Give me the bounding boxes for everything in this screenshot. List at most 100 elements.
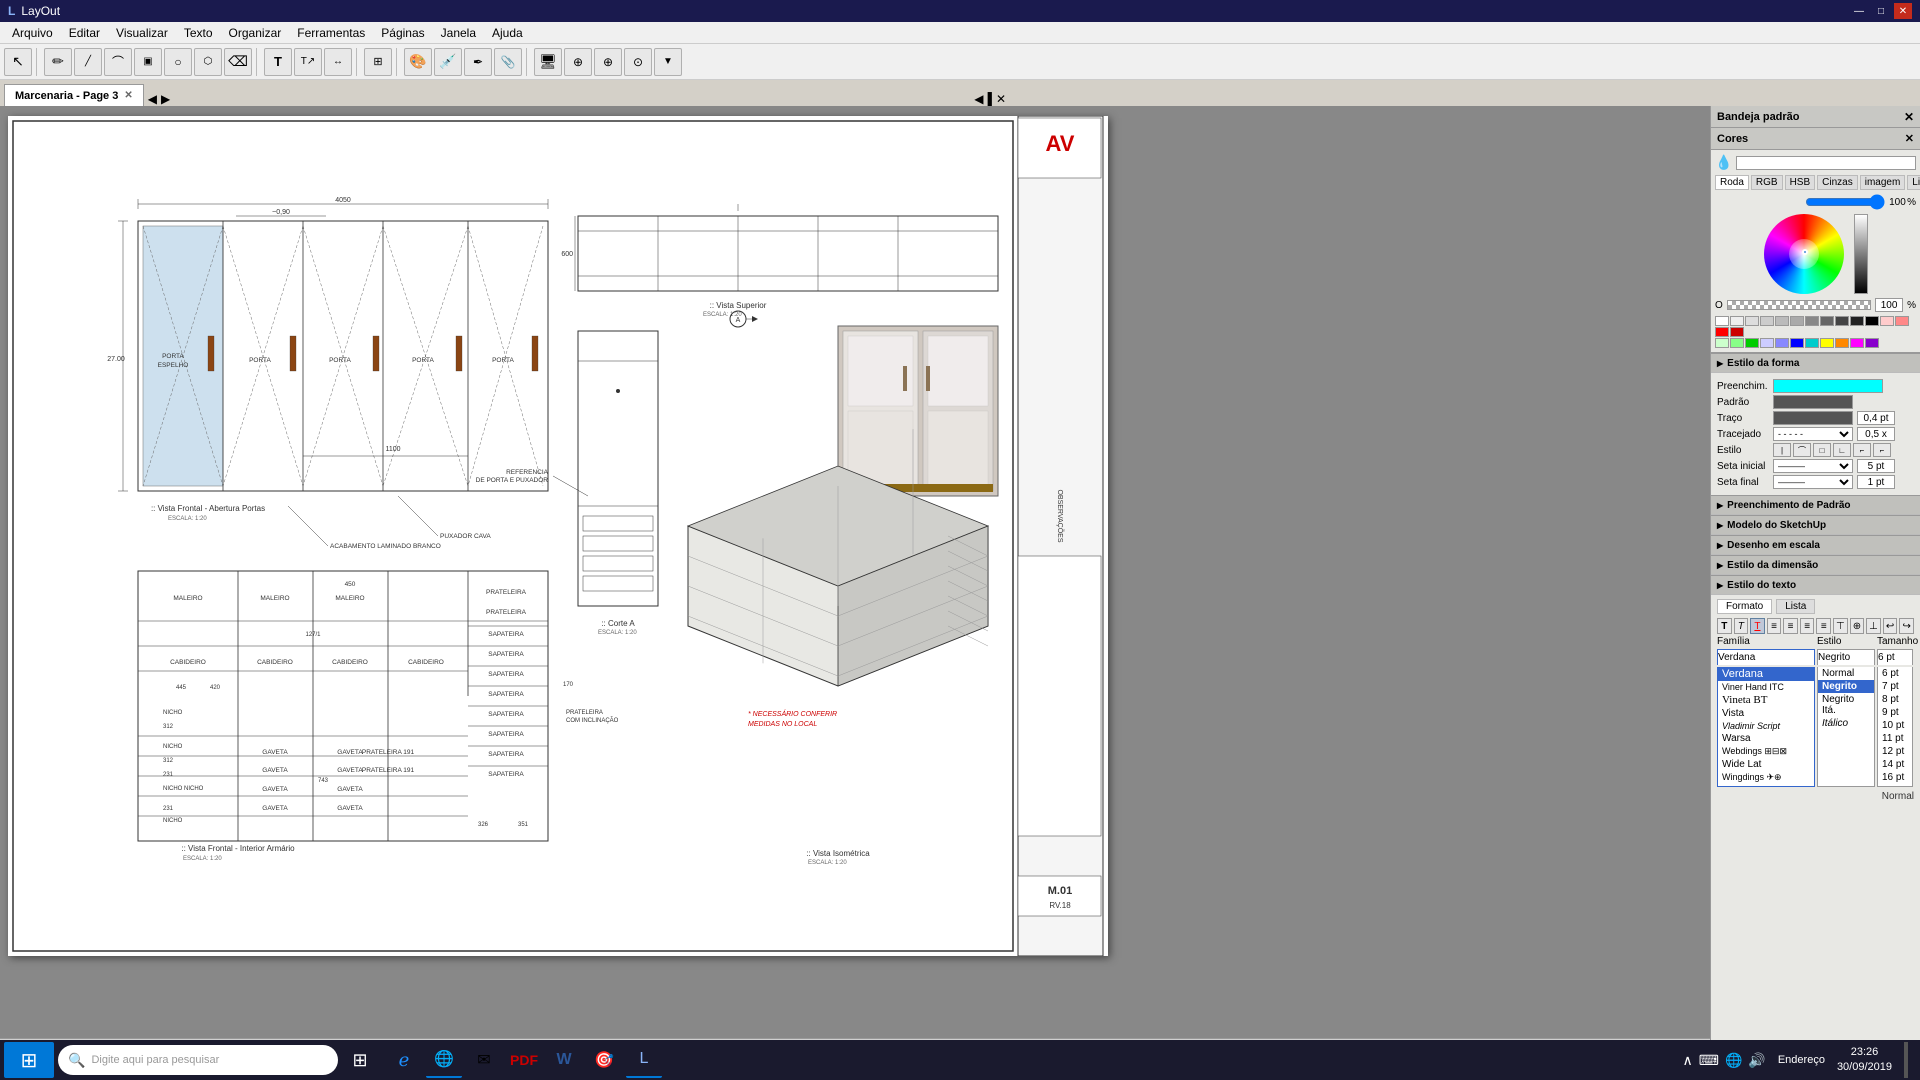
canvas-area[interactable]: OBSERVAÇÕES AV Projeto Reforma Brooklin … (0, 106, 1710, 1052)
swatch-red[interactable] (1715, 327, 1729, 337)
tray-keyboard[interactable]: ⌨ (1699, 1052, 1719, 1069)
font-wing1[interactable]: Wingdings ✈⊕ (1718, 771, 1814, 784)
size-16[interactable]: 16 pt (1878, 771, 1912, 784)
swatch-4[interactable] (1775, 316, 1789, 326)
search-bar[interactable]: 🔍 Digite aqui para pesquisar (58, 1045, 338, 1075)
color-wheel[interactable] (1764, 214, 1844, 294)
taskbar-pdf[interactable]: PDF (506, 1042, 542, 1078)
tab-nav-right[interactable]: ▶ (161, 92, 170, 106)
hex-color-input[interactable] (1736, 156, 1916, 170)
panel-collapse[interactable]: ◀▐ (974, 92, 992, 106)
panel-close-button[interactable]: ✕ (1904, 110, 1914, 124)
font-vineta[interactable]: Vineta BT (1718, 693, 1814, 707)
text-tool[interactable]: T (264, 48, 292, 76)
font-style-list[interactable]: Normal Negrito Negrito Itá. Itálico (1817, 667, 1875, 787)
tray-volume[interactable]: 🔊 (1748, 1052, 1765, 1069)
minimize-button[interactable]: — (1850, 3, 1868, 19)
ltr[interactable]: ↪ (1899, 618, 1914, 634)
size-18[interactable]: 18 pt (1878, 784, 1912, 787)
valign-bot[interactable]: ⊥ (1866, 618, 1881, 634)
maximize-button[interactable]: □ (1872, 3, 1890, 19)
polygon-tool[interactable]: ⬡ (194, 48, 222, 76)
fill-pattern-header[interactable]: Preenchimento de Padrão (1711, 495, 1920, 515)
swatch-r2[interactable] (1895, 316, 1909, 326)
page-tab[interactable]: Marcenaria - Page 3 ✕ (4, 84, 144, 106)
colors-collapse[interactable]: ✕ (1905, 132, 1914, 145)
font-family-input[interactable] (1717, 649, 1815, 665)
swatch-6[interactable] (1805, 316, 1819, 326)
menu-editar[interactable]: Editar (61, 24, 108, 42)
stroke-color-preview[interactable] (1773, 395, 1853, 409)
eraser-tool[interactable]: ⌫ (224, 48, 252, 76)
swatch-magenta[interactable] (1850, 338, 1864, 348)
panel-close-tab[interactable]: ✕ (996, 92, 1006, 106)
shape-style-header[interactable]: Estilo da forma (1711, 353, 1920, 373)
arrow-end-select[interactable]: ——— ——→ (1773, 475, 1853, 489)
font-size-input[interactable] (1877, 649, 1913, 665)
nav-next[interactable]: ⊕ (594, 48, 622, 76)
menu-arquivo[interactable]: Arquivo (4, 24, 61, 42)
style-negrito-ita[interactable]: Negrito Itá. (1818, 693, 1874, 717)
tray-up-arrow[interactable]: ∧ (1683, 1052, 1693, 1069)
sample-tool[interactable]: ✒ (464, 48, 492, 76)
swatch-9[interactable] (1850, 316, 1864, 326)
swatch-5[interactable] (1790, 316, 1804, 326)
pencil-tool[interactable]: ✏ (44, 48, 72, 76)
dimension-tool[interactable]: ↔ (324, 48, 352, 76)
swatch-r1[interactable] (1880, 316, 1894, 326)
line-tool[interactable]: ╱ (74, 48, 102, 76)
taskbar-ie[interactable]: ℯ (386, 1042, 422, 1078)
tab-roda[interactable]: Roda (1715, 175, 1749, 190)
size-14[interactable]: 14 pt (1878, 758, 1912, 771)
menu-janela[interactable]: Janela (433, 24, 484, 42)
brightness-slider[interactable] (1854, 214, 1868, 294)
trace-width-input[interactable] (1857, 411, 1895, 425)
taskview-button[interactable]: ⊞ (342, 1042, 378, 1078)
taskbar-mail[interactable]: ✉ (466, 1042, 502, 1078)
font-widelat[interactable]: Wide Lat (1718, 758, 1814, 771)
align-right[interactable]: ≡ (1800, 618, 1815, 634)
swatch-1[interactable] (1730, 316, 1744, 326)
clip-tool[interactable]: 📎 (494, 48, 522, 76)
font-vista[interactable]: Vista (1718, 707, 1814, 720)
tab-close-button[interactable]: ✕ (124, 90, 132, 101)
taskbar-layout[interactable]: L (626, 1042, 662, 1078)
arrow-start-size[interactable] (1857, 459, 1895, 473)
rtl[interactable]: ↩ (1883, 618, 1898, 634)
style-round[interactable]: ⌒ (1793, 443, 1811, 457)
tab-hsb[interactable]: HSB (1785, 175, 1816, 190)
start-button[interactable]: ⊞ (4, 1042, 54, 1078)
opacity-number-input[interactable] (1875, 298, 1903, 312)
font-size-list[interactable]: 6 pt 7 pt 8 pt 9 pt 10 pt 11 pt 12 pt 14… (1877, 667, 1913, 787)
swatch-cyan[interactable] (1805, 338, 1819, 348)
dash-pattern-select[interactable]: - - - - - ——— · · · · · (1773, 427, 1853, 441)
menu-texto[interactable]: Texto (176, 24, 221, 42)
menu-ferramentas[interactable]: Ferramentas (289, 24, 373, 42)
style-square[interactable]: □ (1813, 443, 1831, 457)
swatch-green[interactable] (1745, 338, 1759, 348)
circle-tool[interactable]: ○ (164, 48, 192, 76)
tray-network[interactable]: 🌐 (1725, 1052, 1742, 1069)
swatch-orange[interactable] (1835, 338, 1849, 348)
select-tool[interactable]: ↖ (4, 48, 32, 76)
size-9[interactable]: 9 pt (1878, 706, 1912, 719)
valign-mid[interactable]: ⊕ (1850, 618, 1865, 634)
font-style-input[interactable] (1817, 649, 1875, 665)
style-join3[interactable]: ⌐ (1873, 443, 1891, 457)
table-tool[interactable]: ⊞ (364, 48, 392, 76)
style-negrito[interactable]: Negrito (1818, 680, 1874, 693)
swatch-b1[interactable] (1760, 338, 1774, 348)
arc-tool[interactable]: ⌒ (104, 48, 132, 76)
swatch-black[interactable] (1865, 316, 1879, 326)
swatch-2[interactable] (1745, 316, 1759, 326)
align-left[interactable]: ≡ (1767, 618, 1782, 634)
font-webdings[interactable]: Webdings ⊞⊟⊠ (1718, 745, 1814, 758)
swatch-white[interactable] (1715, 316, 1729, 326)
nav-prev[interactable]: ⊕ (564, 48, 592, 76)
tab-lista[interactable]: Lista (1907, 175, 1920, 190)
label-tool[interactable]: T↗ (294, 48, 322, 76)
swatch-g1[interactable] (1715, 338, 1729, 348)
menu-visualizar[interactable]: Visualizar (108, 24, 176, 42)
clock[interactable]: 23:26 30/09/2019 (1837, 1045, 1892, 1076)
taskbar-chrome[interactable]: 🌐 (426, 1042, 462, 1078)
